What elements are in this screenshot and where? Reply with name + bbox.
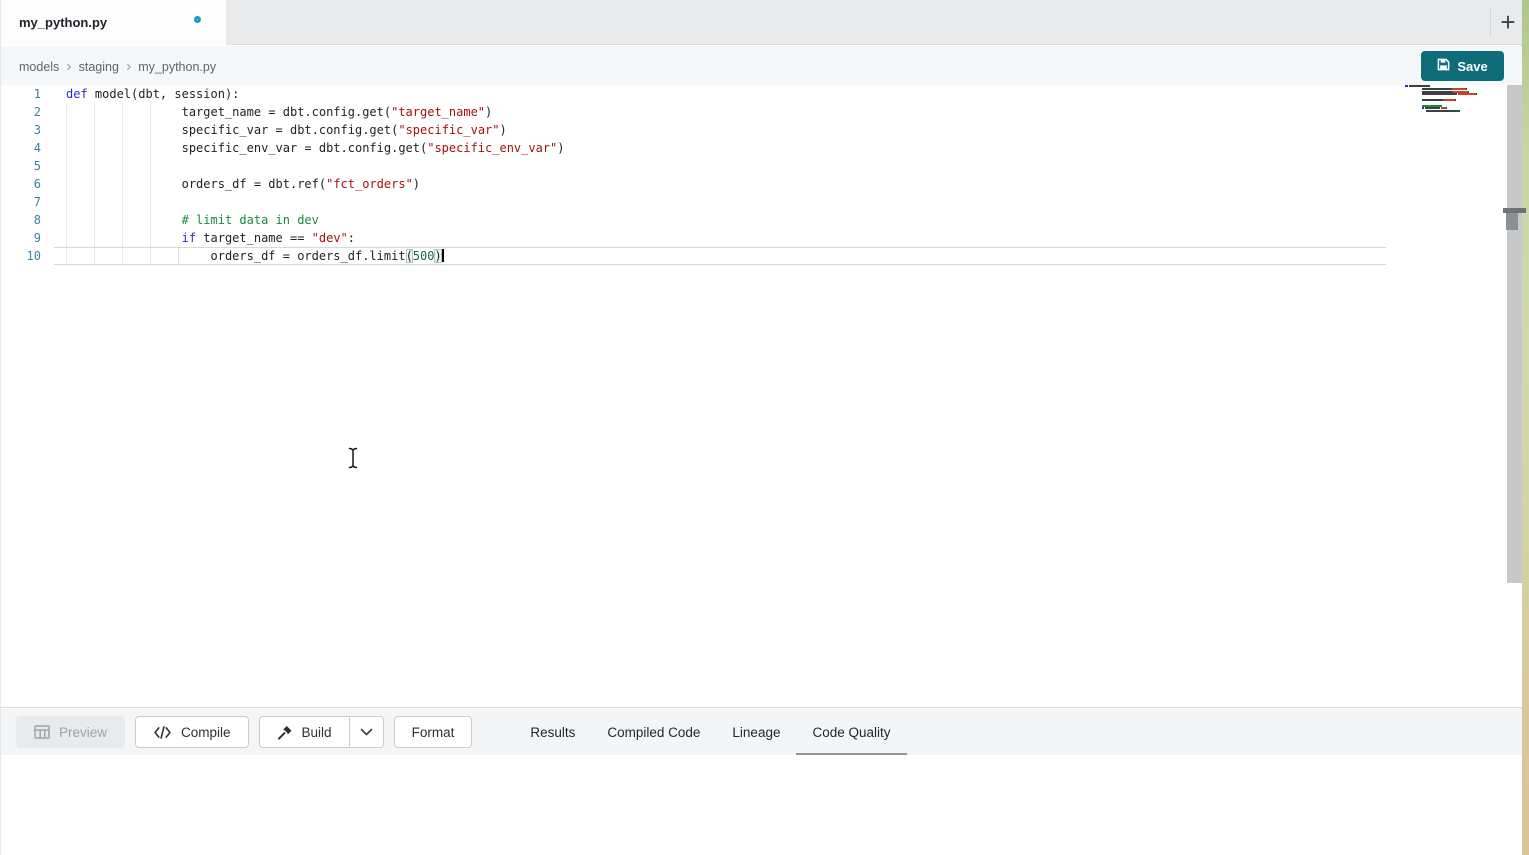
minimap-line: [1422, 99, 1443, 101]
text-cursor-pointer: [347, 447, 359, 474]
code-line-1[interactable]: 1 def model(dbt, session):: [1, 85, 1401, 103]
breadcrumb-item-models[interactable]: models: [19, 60, 59, 74]
file-header-bar: models›staging›my_python.py Save: [1, 46, 1522, 87]
code-line-7[interactable]: 7: [1, 193, 1401, 211]
line-number: 8: [1, 211, 41, 229]
build-dropdown-button[interactable]: [350, 716, 384, 748]
editor-tab-bar: my_python.py +: [1, 0, 1522, 45]
save-floppy-icon: [1437, 58, 1450, 74]
code-text: specific_env_var = dbt.config.get("speci…: [66, 139, 565, 157]
code-line-9[interactable]: 9 if target_name == "dev":: [1, 229, 1401, 247]
new-tab-button[interactable]: +: [1495, 4, 1521, 40]
toolbar-buttons: Preview Compile Build Format: [16, 716, 482, 748]
breadcrumb-item-my-python-py[interactable]: my_python.py: [138, 60, 216, 74]
minimap-line: [1443, 99, 1456, 101]
build-split-button: Build: [259, 716, 384, 748]
tab-lineage[interactable]: Lineage: [716, 709, 796, 755]
minimap-line: [1459, 110, 1460, 112]
format-button-label: Format: [412, 725, 455, 740]
breadcrumb-separator-icon: ›: [59, 59, 78, 75]
code-text: orders_df = orders_df.limit(500): [66, 247, 444, 265]
code-text: def model(dbt, session):: [66, 85, 239, 103]
minimap-line: [1409, 85, 1430, 87]
scrollbar-track[interactable]: [1507, 85, 1522, 583]
breadcrumb-item-staging[interactable]: staging: [79, 60, 119, 74]
minimap-line: [1422, 91, 1454, 93]
line-number: 3: [1, 121, 41, 139]
line-number: 4: [1, 139, 41, 157]
format-button[interactable]: Format: [394, 716, 473, 748]
code-text: if target_name == "dev":: [66, 229, 355, 247]
minimap-line: [1426, 110, 1454, 112]
minimap[interactable]: [1401, 85, 1479, 115]
line-number: 1: [1, 85, 41, 103]
tab-title: my_python.py: [19, 15, 107, 30]
compile-button-label: Compile: [181, 725, 231, 740]
scrollbar-thumb-stem[interactable]: [1506, 213, 1518, 230]
code-line-6[interactable]: 6 orders_df = dbt.ref("fct_orders"): [1, 175, 1401, 193]
code-line-4[interactable]: 4 specific_env_var = dbt.config.get("spe…: [1, 139, 1401, 157]
code-line-5[interactable]: 5: [1, 157, 1401, 175]
minimap-line: [1422, 105, 1442, 107]
code-text: orders_df = dbt.ref("fct_orders"): [66, 175, 420, 193]
tab-results[interactable]: Results: [514, 709, 591, 755]
line-number: 6: [1, 175, 41, 193]
code-editor[interactable]: 1def model(dbt, session):2 target_name =…: [1, 85, 1522, 708]
code-line-10[interactable]: 10 orders_df = orders_df.limit(500): [1, 247, 1401, 265]
code-text: # limit data in dev: [66, 211, 319, 229]
save-button-label: Save: [1457, 59, 1487, 74]
tab-label: Code Quality: [812, 725, 890, 740]
code-line-2[interactable]: 2 target_name = dbt.config.get("target_n…: [1, 103, 1401, 121]
build-button-label: Build: [302, 725, 332, 740]
code-line-8[interactable]: 8 # limit data in dev: [1, 211, 1401, 229]
hammer-icon: [277, 725, 293, 740]
table-icon: [34, 725, 50, 739]
tab-label: Compiled Code: [607, 725, 700, 740]
chevron-down-icon: [360, 728, 373, 736]
line-number: 5: [1, 157, 41, 175]
line-number: 10: [1, 247, 41, 265]
compile-button[interactable]: Compile: [135, 716, 249, 748]
minimap-line: [1405, 85, 1408, 87]
tabstrip-divider: [1490, 9, 1491, 36]
line-number: 9: [1, 229, 41, 247]
minimap-line: [1446, 107, 1447, 109]
line-number: 2: [1, 103, 41, 121]
minimap-line: [1425, 107, 1440, 109]
minimap-line: [1422, 107, 1424, 109]
text-caret: [442, 249, 444, 262]
minimap-line: [1422, 93, 1458, 95]
minimap-line: [1476, 93, 1477, 95]
minimap-line: [1453, 91, 1468, 93]
code-text: specific_var = dbt.config.get("specific_…: [66, 121, 507, 139]
action-toolbar: Preview Compile Build Format Results Compile…: [1, 709, 1522, 755]
dbt-ide-window: my_python.py + models›staging›my_python.…: [0, 0, 1529, 855]
tab-code-quality[interactable]: Code Quality: [796, 709, 906, 755]
save-button[interactable]: Save: [1421, 51, 1504, 81]
breadcrumb-separator-icon: ›: [119, 59, 138, 75]
minimap-line: [1458, 93, 1477, 95]
build-button[interactable]: Build: [259, 716, 350, 748]
code-text: target_name = dbt.config.get("target_nam…: [66, 103, 492, 121]
code-quality-panel: [1, 755, 1522, 855]
tab-my-python-py[interactable]: my_python.py: [1, 0, 226, 45]
minimap-line: [1466, 88, 1467, 90]
minimap-line: [1468, 91, 1469, 93]
tab-compiled-code[interactable]: Compiled Code: [591, 709, 716, 755]
compile-code-icon: [153, 726, 172, 739]
minimap-line: [1422, 88, 1452, 90]
breadcrumb: models›staging›my_python.py: [19, 46, 216, 87]
minimap-line: [1452, 88, 1466, 90]
result-panel-tabs: Results Compiled Code Lineage Code Quality: [514, 709, 906, 755]
preview-button-label: Preview: [59, 725, 107, 740]
unsaved-changes-icon: [194, 16, 201, 23]
desktop-wallpaper-edge: [1521, 0, 1529, 855]
minimap-line: [1455, 99, 1456, 101]
preview-button[interactable]: Preview: [16, 716, 125, 748]
tab-label: Lineage: [732, 725, 780, 740]
tab-label: Results: [530, 725, 575, 740]
code-line-3[interactable]: 3 specific_var = dbt.config.get("specifi…: [1, 121, 1401, 139]
line-number: 7: [1, 193, 41, 211]
